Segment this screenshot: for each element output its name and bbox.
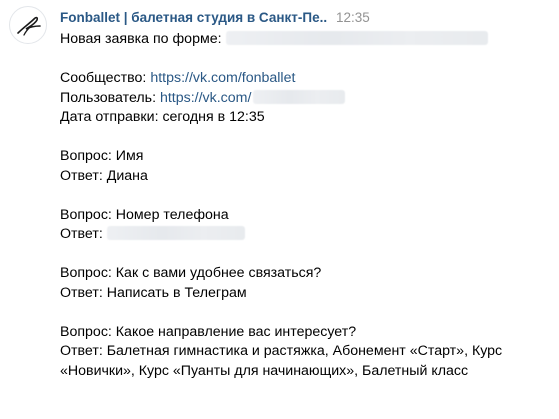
user-link[interactable]: https://vk.com/ bbox=[160, 90, 251, 106]
message-header: Fonballet | балетная студия в Санкт-Пе..… bbox=[60, 8, 370, 28]
community-label: Сообщество: bbox=[60, 70, 147, 86]
fonballet-logo-icon bbox=[17, 16, 41, 36]
form-line: Новая заявка по форме: bbox=[60, 30, 540, 50]
redacted-phone bbox=[106, 226, 245, 240]
answer-phone-label: Ответ: bbox=[60, 226, 103, 242]
community-link[interactable]: https://vk.com/fonballet bbox=[150, 70, 295, 86]
message-time[interactable]: 12:35 bbox=[336, 8, 370, 28]
message-body: Новая заявка по форме: Сообщество: https… bbox=[60, 30, 540, 381]
question-contact: Вопрос: Как с вами удобнее связаться? bbox=[60, 265, 322, 281]
community-line: Сообщество: https://vk.com/fonballet bbox=[60, 69, 540, 89]
answer-phone-line: Ответ: bbox=[60, 225, 540, 245]
answer-direction: Ответ: Балетная гимнастика и растяжка, А… bbox=[60, 343, 503, 379]
user-label: Пользователь: bbox=[60, 89, 157, 106]
user-line: Пользователь: https://vk.com/ bbox=[60, 89, 540, 109]
sender-avatar[interactable] bbox=[9, 6, 47, 44]
question-name: Вопрос: Имя bbox=[60, 148, 144, 164]
answer-contact: Ответ: Написать в Телеграм bbox=[60, 284, 247, 301]
form-label: Новая заявка по форме: bbox=[60, 31, 222, 47]
redacted-user-id bbox=[253, 89, 346, 104]
sender-name[interactable]: Fonballet | балетная студия в Санкт-Пе..… bbox=[60, 8, 327, 28]
sent-date-line: Дата отправки: сегодня в 12:35 bbox=[60, 109, 265, 125]
redacted-form-name bbox=[225, 31, 488, 45]
question-direction: Вопрос: Какое направление вас интересует… bbox=[60, 323, 357, 340]
answer-name: Ответ: Диана bbox=[60, 167, 148, 184]
question-phone: Вопрос: Номер телефона bbox=[60, 206, 229, 223]
chat-message: Fonballet | балетная студия в Санкт-Пе..… bbox=[0, 0, 559, 419]
